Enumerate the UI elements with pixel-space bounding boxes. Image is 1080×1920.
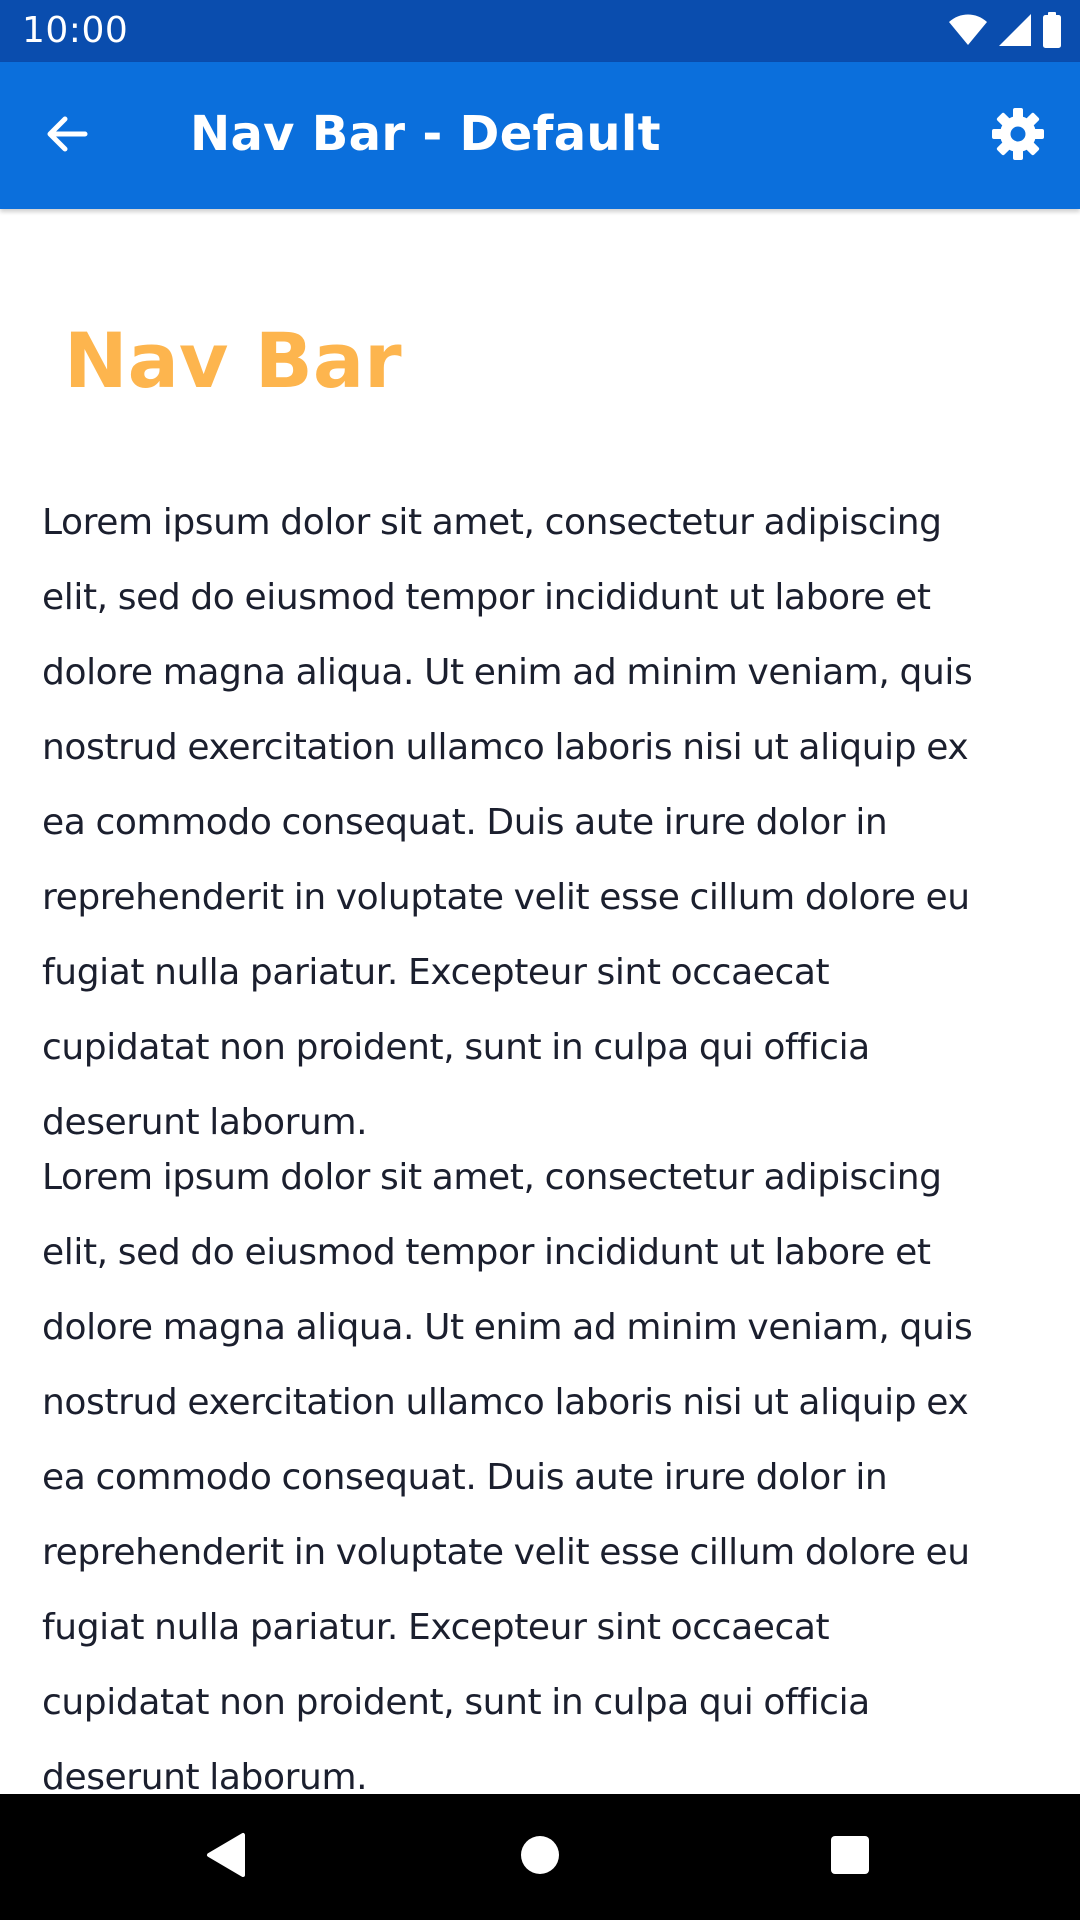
wifi-icon	[948, 13, 988, 51]
status-time: 10:00	[22, 10, 129, 51]
paragraph-line: cupidatat non proident, sunt in culpa qu…	[42, 1682, 870, 1723]
content: Nav Bar Lorem ipsum dolor sit amet, cons…	[0, 209, 1080, 1794]
body-paragraph: Lorem ipsum dolor sit amet, consectetur …	[42, 1140, 1052, 1794]
paragraph-line: dolore magna aliqua. Ut enim ad minim ve…	[42, 1307, 973, 1348]
paragraph-line: nostrud exercitation ullamco laboris nis…	[42, 727, 969, 768]
nav-back-triangle-icon	[203, 1831, 247, 1883]
paragraph-line: elit, sed do eiusmod tempor incididunt u…	[42, 1232, 931, 1273]
system-home-button[interactable]	[505, 1822, 575, 1892]
paragraph-line: reprehenderit in voluptate velit esse ci…	[42, 877, 970, 918]
app-title: Nav Bar - Default	[190, 106, 661, 162]
paragraph-line: elit, sed do eiusmod tempor incididunt u…	[42, 577, 931, 618]
settings-button[interactable]	[984, 102, 1052, 170]
paragraph-line: dolore magna aliqua. Ut enim ad minim ve…	[42, 652, 973, 693]
paragraph-line: ea commodo consequat. Duis aute irure do…	[42, 1457, 888, 1498]
system-nav-bar	[0, 1794, 1080, 1920]
nav-recents-square-icon	[829, 1834, 871, 1880]
system-recents-button[interactable]	[815, 1822, 885, 1892]
paragraph-line: fugiat nulla pariatur. Excepteur sint oc…	[42, 952, 830, 993]
paragraph-line: deserunt laborum.	[42, 1757, 368, 1794]
page-heading: Nav Bar	[64, 316, 402, 405]
nav-home-circle-icon	[519, 1834, 561, 1880]
paragraph-line: Lorem ipsum dolor sit amet, consectetur …	[42, 502, 942, 543]
paragraph-line: Lorem ipsum dolor sit amet, consectetur …	[42, 1157, 942, 1198]
system-back-button[interactable]	[190, 1822, 260, 1892]
paragraph-line: ea commodo consequat. Duis aute irure do…	[42, 802, 888, 843]
screen: 10:00 Nav Bar - Default Nav Bar Lorem ip…	[0, 0, 1080, 1920]
status-bar: 10:00	[0, 0, 1080, 62]
paragraph-line: reprehenderit in voluptate velit esse ci…	[42, 1532, 970, 1573]
battery-icon	[1042, 12, 1062, 52]
status-icons	[948, 12, 1062, 52]
body-paragraph: Lorem ipsum dolor sit amet, consectetur …	[42, 485, 1052, 1160]
app-bar: Nav Bar - Default	[0, 62, 1080, 209]
paragraph-line: fugiat nulla pariatur. Excepteur sint oc…	[42, 1607, 830, 1648]
arrow-back-icon	[43, 110, 91, 162]
cell-signal-icon	[998, 13, 1032, 51]
paragraph-line: nostrud exercitation ullamco laboris nis…	[42, 1382, 969, 1423]
back-button[interactable]	[30, 99, 104, 173]
paragraph-line: cupidatat non proident, sunt in culpa qu…	[42, 1027, 870, 1068]
gear-icon	[990, 106, 1046, 166]
